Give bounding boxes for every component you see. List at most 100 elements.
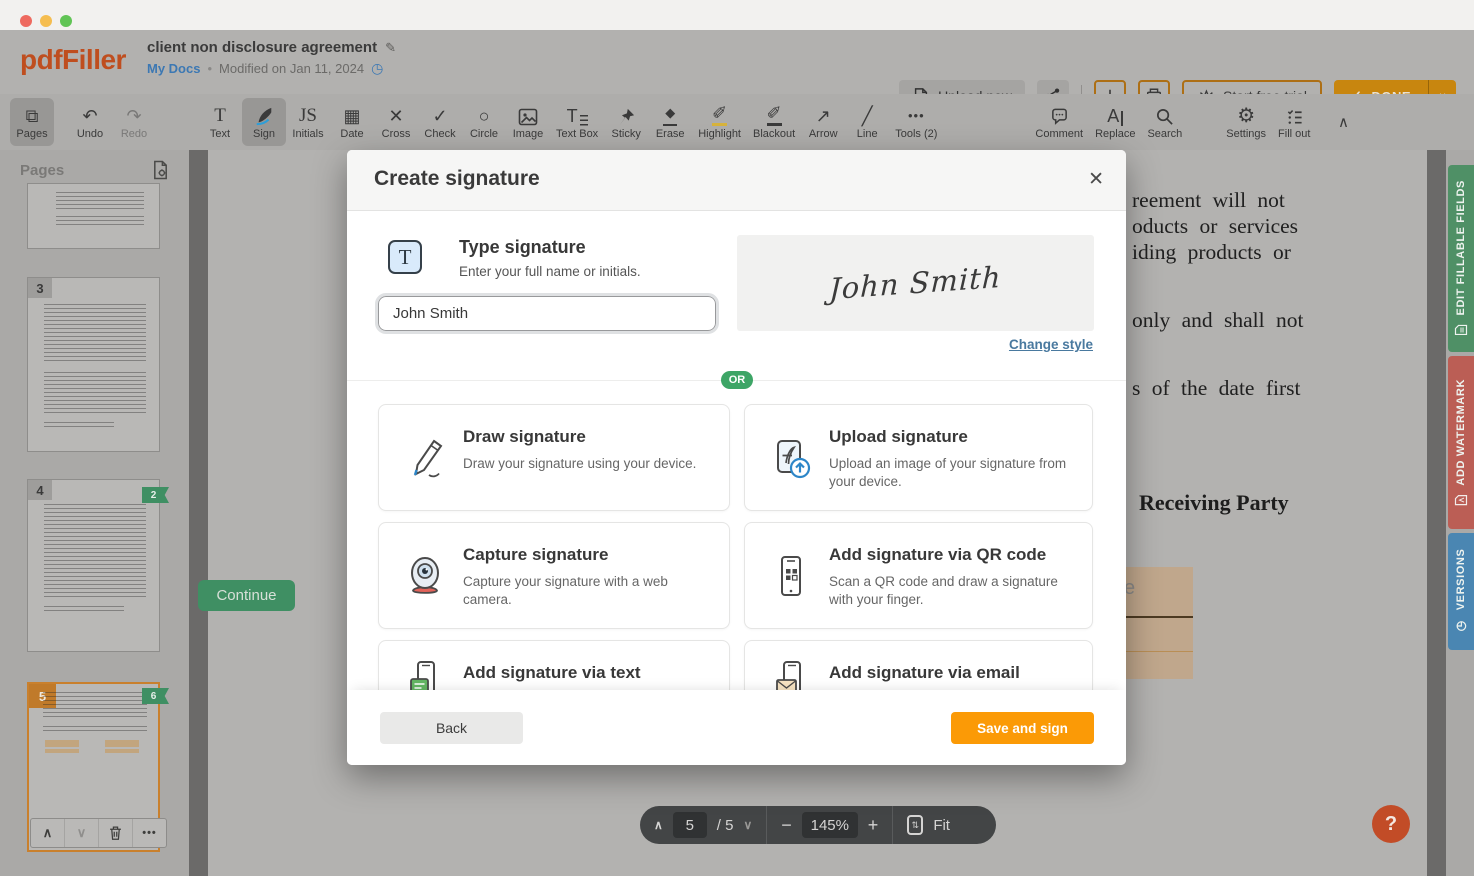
toolbar-settings[interactable]: ⚙ Settings: [1220, 98, 1272, 146]
toolbar-tools[interactable]: ••• Tools (2): [889, 98, 943, 146]
minimize-window-button[interactable]: [40, 15, 52, 27]
toolbar-cross[interactable]: ✕ Cross: [374, 98, 418, 146]
toolbar-replace[interactable]: A Replace: [1089, 98, 1141, 146]
continue-button[interactable]: Continue: [198, 580, 295, 611]
toolbar-arrow[interactable]: ↗ Arrow: [801, 98, 845, 146]
qr-phone-icon: [769, 554, 813, 598]
fit-button[interactable]: ⇅ Fit: [893, 806, 964, 844]
toolbar-circle[interactable]: ○ Circle: [462, 98, 506, 146]
document-title: client non disclosure agreement: [147, 39, 377, 56]
pdffiller-logo[interactable]: pdfFiller: [20, 44, 126, 76]
page-more-options-button[interactable]: •••: [133, 819, 166, 847]
date-line: [1120, 651, 1193, 652]
editor-toolbar: ⧉ Pages ↶ Undo ↷ Redo T Text Sign JS Ini…: [0, 94, 1474, 150]
tab-edit-fillable-fields[interactable]: EDIT FILLABLE FIELDS: [1448, 165, 1474, 352]
undo-icon: ↶: [82, 104, 97, 126]
type-signature-title: Type signature: [459, 237, 586, 258]
toolbar-line[interactable]: ╱ Line: [845, 98, 889, 146]
arrow-icon: ↗: [816, 104, 831, 126]
toolbar-check[interactable]: ✓ Check: [418, 98, 462, 146]
eraser-icon: ◆: [663, 103, 677, 126]
capture-signature-card[interactable]: Capture signature Capture your signature…: [378, 522, 730, 629]
page-thumbnail-3[interactable]: 3: [27, 277, 160, 452]
upload-signature-card[interactable]: Upload signature Upload an image of your…: [744, 404, 1093, 511]
toolbar-comment[interactable]: Comment: [1029, 98, 1089, 146]
canvas-scrollbar[interactable]: [1427, 150, 1446, 876]
toolbar-sign[interactable]: Sign: [242, 98, 286, 146]
card-title: Upload signature: [829, 427, 968, 447]
separator-dot: •: [207, 61, 212, 76]
move-page-up-button[interactable]: ∧: [31, 819, 65, 847]
card-desc: Upload an image of your signature from y…: [829, 455, 1074, 491]
tab-versions[interactable]: ◷ VERSIONS: [1448, 533, 1474, 650]
help-button[interactable]: ?: [1372, 805, 1410, 843]
toolbar-search[interactable]: Search: [1141, 98, 1188, 146]
close-icon[interactable]: ✕: [1088, 168, 1104, 191]
toolbar-redo[interactable]: ↷ Redo: [112, 98, 156, 146]
toolbar-undo[interactable]: ↶ Undo: [68, 98, 112, 146]
tab-add-watermark[interactable]: ADD WATERMARK: [1448, 356, 1474, 529]
pages-icon: ⧉: [26, 104, 39, 126]
toolbar-blackout[interactable]: ✐ Blackout: [747, 98, 801, 146]
textbox-lines-icon: [580, 115, 588, 126]
toolbar-erase[interactable]: ◆ Erase: [648, 98, 692, 146]
close-window-button[interactable]: [20, 15, 32, 27]
toolbar-date[interactable]: ▦ Date: [330, 98, 374, 146]
sidebar-scrollbar[interactable]: [189, 150, 208, 876]
versions-clock-icon: ◷: [1454, 619, 1469, 633]
redo-icon: ↷: [126, 104, 141, 126]
document-text-line: oducts or services: [1132, 214, 1298, 239]
page-settings-icon[interactable]: [151, 160, 170, 180]
fillable-fields-doc-icon: [1455, 324, 1468, 336]
qr-code-signature-card[interactable]: Add signature via QR code Scan a QR code…: [744, 522, 1093, 629]
previous-page-button[interactable]: ∧: [654, 818, 663, 832]
gear-icon: ⚙: [1237, 104, 1255, 126]
signature-line: [1120, 616, 1193, 618]
back-button[interactable]: Back: [380, 712, 523, 744]
delete-page-button[interactable]: [99, 819, 133, 847]
change-style-link[interactable]: Change style: [1009, 337, 1093, 352]
toolbar-textbox[interactable]: T Text Box: [550, 98, 604, 146]
page-thumbnail-4[interactable]: 4: [27, 479, 160, 652]
toolbar-fillout[interactable]: Fill out: [1272, 98, 1316, 146]
signature-fillable-fields[interactable]: e: [1120, 567, 1193, 679]
breadcrumb-my-docs[interactable]: My Docs: [147, 61, 200, 76]
toolbar-pages[interactable]: ⧉ Pages: [10, 98, 54, 146]
maximize-window-button[interactable]: [60, 15, 72, 27]
zoom-out-button[interactable]: −: [781, 815, 792, 836]
highlighter-icon: ✐: [712, 103, 727, 126]
card-title: Add signature via email: [829, 663, 1020, 683]
signature-name-input[interactable]: [378, 296, 716, 331]
move-page-down-button[interactable]: ∨: [65, 819, 99, 847]
current-page-input[interactable]: 5: [673, 812, 707, 838]
zoom-level-input[interactable]: 145%: [802, 812, 858, 838]
more-tools-icon: •••: [908, 104, 925, 126]
toolbar-initials[interactable]: JS Initials: [286, 98, 330, 146]
save-and-sign-button[interactable]: Save and sign: [951, 712, 1094, 744]
collapse-toolbar-button[interactable]: ∧: [1328, 113, 1358, 131]
document-text-line: only and shall not: [1132, 308, 1303, 333]
draw-signature-card[interactable]: Draw signature Draw your signature using…: [378, 404, 730, 511]
toolbar-image[interactable]: Image: [506, 98, 550, 146]
page-thumbnail-partial[interactable]: [27, 183, 160, 249]
textbox-icon: T: [567, 106, 578, 126]
comment-bubble-icon: [1050, 104, 1069, 126]
zoom-in-button[interactable]: +: [868, 815, 879, 836]
card-desc: Scan a QR code and draw a signature with…: [829, 573, 1084, 609]
page-total-label: / 5: [717, 817, 734, 834]
document-text-line: s of the date first: [1132, 376, 1301, 401]
toolbar-sticky[interactable]: Sticky: [604, 98, 648, 146]
check-icon: ✓: [432, 104, 447, 126]
signature-preview-box: John Smith: [737, 235, 1094, 331]
toolbar-text[interactable]: T Text: [198, 98, 242, 146]
webcam-icon: [403, 554, 447, 598]
edit-title-icon[interactable]: ✎: [385, 40, 396, 56]
history-clock-icon[interactable]: ◷: [371, 60, 383, 77]
fit-page-icon: ⇅: [907, 815, 923, 835]
blackout-marker-icon: ✐: [767, 103, 782, 126]
search-icon: [1155, 104, 1174, 126]
toolbar-highlight[interactable]: ✐ Highlight: [692, 98, 747, 146]
next-page-button[interactable]: ∨: [743, 818, 752, 832]
app-header: pdfFiller client non disclosure agreemen…: [0, 30, 1474, 94]
type-signature-icon: T: [388, 240, 422, 274]
